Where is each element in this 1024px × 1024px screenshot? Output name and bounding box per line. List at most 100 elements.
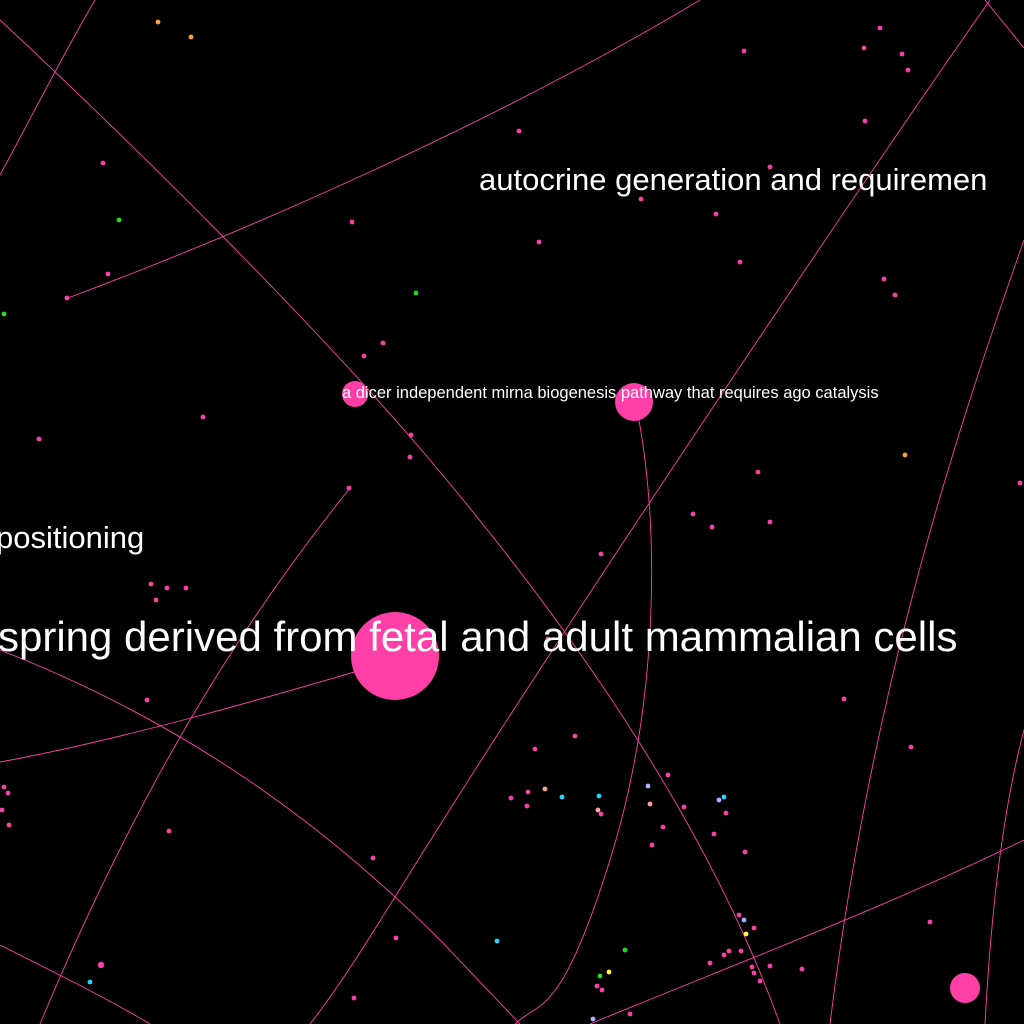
graph-node-small[interactable] bbox=[346, 485, 352, 491]
node-label-dicer[interactable]: a dicer independent mirna biogenesis pat… bbox=[342, 384, 879, 402]
graph-node-small[interactable] bbox=[1, 784, 7, 790]
graph-node-small[interactable] bbox=[622, 947, 628, 953]
graph-node-small[interactable] bbox=[97, 961, 105, 969]
graph-node-small[interactable] bbox=[6, 822, 12, 828]
graph-node-small[interactable] bbox=[536, 239, 542, 245]
graph-node-small[interactable] bbox=[361, 353, 367, 359]
graph-node-small[interactable] bbox=[723, 810, 729, 816]
graph-canvas[interactable]: a dicer independent mirna biogenesis pat… bbox=[0, 0, 1024, 1024]
graph-node-small[interactable] bbox=[36, 436, 42, 442]
graph-node-small[interactable] bbox=[690, 511, 696, 517]
graph-node-small[interactable] bbox=[516, 128, 522, 134]
graph-node-small[interactable] bbox=[64, 295, 70, 301]
graph-node-small[interactable] bbox=[100, 160, 106, 166]
graph-node-small[interactable] bbox=[899, 51, 905, 57]
graph-node-small[interactable] bbox=[767, 519, 773, 525]
graph-node-small[interactable] bbox=[751, 925, 757, 931]
graph-node-small[interactable] bbox=[862, 118, 868, 124]
graph-node-small[interactable] bbox=[905, 67, 911, 73]
graph-node-small[interactable] bbox=[508, 795, 514, 801]
graph-node-small[interactable] bbox=[200, 414, 206, 420]
graph-node-small[interactable] bbox=[645, 783, 651, 789]
graph-node-small[interactable] bbox=[726, 948, 732, 954]
graph-node-small[interactable] bbox=[166, 828, 172, 834]
graph-node-small[interactable] bbox=[881, 276, 887, 282]
graph-node-small[interactable] bbox=[559, 794, 565, 800]
graph-node-small[interactable] bbox=[736, 912, 742, 918]
graph-node-small[interactable] bbox=[572, 733, 578, 739]
graph-node-small[interactable] bbox=[188, 34, 194, 40]
graph-node-small[interactable] bbox=[155, 19, 161, 25]
graph-node-small[interactable] bbox=[738, 948, 744, 954]
graph-node-small[interactable] bbox=[638, 196, 644, 202]
graph-node-small[interactable] bbox=[408, 432, 414, 438]
graph-node-small[interactable] bbox=[380, 340, 386, 346]
graph-node-small[interactable] bbox=[524, 803, 530, 809]
graph-node-small[interactable] bbox=[902, 452, 908, 458]
graph-node-small[interactable] bbox=[595, 807, 601, 813]
graph-node-small[interactable] bbox=[767, 963, 773, 969]
graph-node-small[interactable] bbox=[148, 581, 154, 587]
graph-node-small[interactable] bbox=[649, 842, 655, 848]
graph-node-small[interactable] bbox=[349, 219, 355, 225]
graph-node-small[interactable] bbox=[116, 217, 122, 223]
graph-node-small[interactable] bbox=[908, 744, 914, 750]
graph-node-small[interactable] bbox=[597, 973, 603, 979]
graph-node-small[interactable] bbox=[757, 978, 763, 984]
graph-node-small[interactable] bbox=[749, 964, 755, 970]
node-label-autocrine[interactable]: autocrine generation and requiremen bbox=[479, 162, 987, 197]
graph-node-small[interactable] bbox=[594, 983, 600, 989]
graph-node-small[interactable] bbox=[596, 793, 602, 799]
graph-node-small[interactable] bbox=[407, 454, 413, 460]
graph-node-small[interactable] bbox=[681, 804, 687, 810]
graph-node-small[interactable] bbox=[525, 789, 531, 795]
graph-node-small[interactable] bbox=[598, 551, 604, 557]
graph-node-small[interactable] bbox=[861, 45, 867, 51]
graph-node-small[interactable] bbox=[751, 970, 757, 976]
graph-node-small[interactable] bbox=[741, 917, 747, 923]
graph-node-small[interactable] bbox=[494, 938, 500, 944]
graph-node-small[interactable] bbox=[144, 697, 150, 703]
graph-node-small[interactable] bbox=[721, 794, 727, 800]
graph-node-small[interactable] bbox=[892, 292, 898, 298]
graph-node-small[interactable] bbox=[1, 311, 7, 317]
graph-node-small[interactable] bbox=[598, 811, 604, 817]
graph-node-small[interactable] bbox=[183, 585, 189, 591]
graph-node-small[interactable] bbox=[590, 1016, 596, 1022]
graph-node-small[interactable] bbox=[153, 597, 159, 603]
graph-node-small[interactable] bbox=[87, 979, 93, 985]
graph-node-small[interactable] bbox=[713, 211, 719, 217]
graph-node-small[interactable] bbox=[716, 797, 722, 803]
graph-node-small[interactable] bbox=[665, 772, 671, 778]
graph-node-small[interactable] bbox=[741, 48, 747, 54]
graph-node-small[interactable] bbox=[721, 952, 727, 958]
graph-node-small[interactable] bbox=[660, 824, 666, 830]
graph-node-small[interactable] bbox=[105, 271, 111, 277]
graph-node-small[interactable] bbox=[647, 801, 653, 807]
graph-node-small[interactable] bbox=[606, 969, 612, 975]
graph-node-small[interactable] bbox=[351, 995, 357, 1001]
graph-node-small[interactable] bbox=[709, 524, 715, 530]
graph-node-small[interactable] bbox=[370, 855, 376, 861]
graph-node-small[interactable] bbox=[599, 987, 605, 993]
node-label-positioning[interactable]: positioning bbox=[0, 520, 144, 555]
graph-node-small[interactable] bbox=[532, 746, 538, 752]
graph-node-small[interactable] bbox=[755, 469, 761, 475]
graph-node-small[interactable] bbox=[627, 1011, 633, 1017]
graph-node-small[interactable] bbox=[927, 919, 933, 925]
graph-node-small[interactable] bbox=[164, 585, 170, 591]
graph-node-small[interactable] bbox=[743, 931, 749, 937]
graph-node-small[interactable] bbox=[542, 786, 548, 792]
graph-node-small[interactable] bbox=[707, 960, 713, 966]
graph-node-small[interactable] bbox=[393, 935, 399, 941]
graph-node-small[interactable] bbox=[877, 25, 883, 31]
graph-node[interactable] bbox=[950, 973, 980, 1003]
graph-node-small[interactable] bbox=[841, 696, 847, 702]
node-label-offspring[interactable]: spring derived from fetal and adult mamm… bbox=[0, 613, 957, 660]
graph-node-small[interactable] bbox=[711, 831, 717, 837]
graph-node-small[interactable] bbox=[737, 259, 743, 265]
graph-node-small[interactable] bbox=[799, 966, 805, 972]
graph-node-small[interactable] bbox=[1017, 480, 1023, 486]
graph-node-small[interactable] bbox=[742, 849, 748, 855]
graph-node-small[interactable] bbox=[413, 290, 419, 296]
